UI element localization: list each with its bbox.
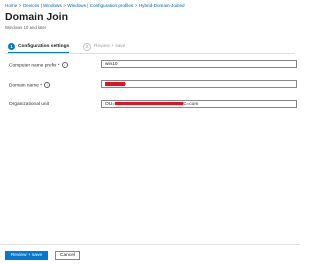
form-row-organizational-unit: Organizational unit OU= C=com (9, 100, 297, 109)
field-label: Computer name prefix * i (9, 61, 68, 68)
organizational-unit-label: Organizational unit (9, 101, 49, 107)
step-number-icon: 2 (83, 42, 91, 51)
computer-name-prefix-input[interactable]: win10 (101, 60, 297, 68)
input-value: win10 (105, 62, 118, 67)
redaction-mark (105, 81, 125, 86)
input-value-prefix: OU= (105, 102, 115, 107)
input-value-suffix: ı (125, 82, 127, 87)
breadcrumb-separator: > (18, 3, 22, 8)
review-save-button[interactable]: Review + save (5, 251, 48, 260)
step-number-icon: 1 (8, 43, 15, 50)
tab-label: Configuration settings (18, 44, 70, 49)
breadcrumb-hybrid-domain-joined[interactable]: Hybrid-Domain-Joined (139, 3, 185, 8)
computer-name-prefix-label: Computer name prefix * (9, 62, 60, 68)
field-label: Domain name * i (9, 81, 51, 88)
field-label: Organizational unit (9, 102, 49, 107)
breadcrumb-home[interactable]: Home (5, 3, 17, 8)
tab-configuration-settings[interactable]: 1 Configuration settings (8, 41, 70, 53)
form-row-domain-name: Domain name * i ı (9, 80, 297, 89)
breadcrumb-separator: > (134, 3, 138, 8)
tab-review-save[interactable]: 2 Review + save (83, 41, 125, 52)
wizard-tabs: 1 Configuration settings 2 Review + save (5, 41, 295, 54)
info-icon[interactable]: i (61, 61, 68, 68)
breadcrumb-separator: > (63, 3, 66, 8)
domain-name-input[interactable]: ı (101, 80, 297, 88)
breadcrumb-configuration-profiles[interactable]: Windows | Configuration profiles (67, 3, 133, 8)
cancel-button[interactable]: Cancel (55, 251, 80, 260)
info-icon[interactable]: i (44, 81, 51, 88)
input-value-suffix: C=com (183, 102, 199, 107)
page-title: Domain Join (5, 11, 69, 23)
breadcrumb-devices-windows[interactable]: Devices | Windows (23, 3, 62, 8)
domain-name-label: Domain name * (9, 82, 43, 88)
page-subtitle: Windows 10 and later (5, 24, 47, 30)
footer-action-bar: Review + save Cancel (0, 244, 300, 264)
redaction-mark (115, 101, 183, 106)
breadcrumb: Home > Devices | Windows > Windows | Configu… (5, 3, 185, 8)
organizational-unit-input[interactable]: OU= C=com (101, 100, 297, 108)
tab-label: Review + save (94, 44, 126, 49)
form-row-computer-name-prefix: Computer name prefix * i win10 (9, 60, 297, 69)
